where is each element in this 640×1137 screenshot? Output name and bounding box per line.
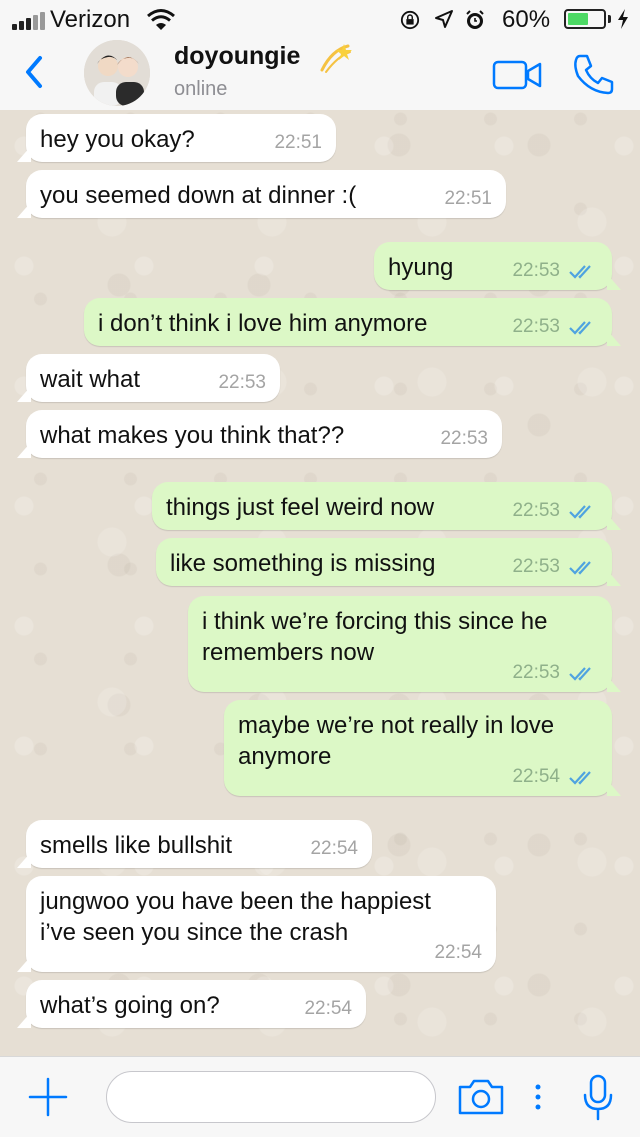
message-time: 22:54 [512,766,560,787]
message-time: 22:54 [310,838,358,859]
message-bubble[interactable]: jungwoo you have been the happiest i’ve … [17,876,496,972]
contact-name[interactable]: doyoungie [174,42,300,71]
read-receipt-icon [569,770,591,785]
battery-level-fill [568,13,588,25]
plus-icon[interactable] [26,1075,70,1119]
chat-area[interactable]: hey you okay? 22:51 you seemed down at d… [0,110,640,1056]
message-bubble[interactable]: i think we’re forcing this since he reme… [188,596,621,692]
message-bubble[interactable]: maybe we’re not really in love anymore 2… [224,700,621,796]
message-bubble[interactable]: you seemed down at dinner :( 22:51 [17,170,506,218]
phone-call-icon[interactable] [572,52,616,96]
read-receipt-icon [569,264,591,279]
message-time: 22:53 [512,260,560,281]
message-text: you seemed down at dinner :( [40,182,357,209]
microphone-icon[interactable] [580,1073,616,1123]
read-receipt-icon [569,560,591,575]
battery-percentage: 60% [502,6,551,33]
message-text: what makes you think that?? [40,422,345,449]
message-bubble[interactable]: hey you okay? 22:51 [17,114,336,162]
message-bubble[interactable]: what makes you think that?? 22:53 [17,410,502,458]
contact-status: online [174,78,228,100]
camera-icon[interactable] [456,1077,506,1117]
message-bubble[interactable]: smells like bullshit 22:54 [17,820,372,868]
video-call-icon[interactable] [492,58,544,92]
charging-bolt-icon [618,9,628,29]
carrier-name: Verizon [50,6,131,33]
location-arrow-icon [435,10,453,28]
message-time: 22:51 [444,188,492,209]
alarm-icon [466,10,484,29]
message-time: 22:53 [218,372,266,393]
signal-bars-icon [12,12,46,30]
message-bubble[interactable]: wait what 22:53 [17,354,280,402]
message-bubble[interactable]: things just feel weird now 22:53 [152,482,621,530]
message-bubble[interactable]: like something is missing 22:53 [156,538,621,586]
message-time: 22:51 [274,132,322,153]
battery-icon [564,9,606,29]
contact-avatar[interactable] [84,40,150,106]
back-chevron-icon[interactable] [18,52,48,92]
read-receipt-icon [569,320,591,335]
message-input[interactable] [106,1071,436,1123]
message-bubble[interactable]: i don’t think i love him anymore 22:53 [84,298,621,346]
message-time: 22:53 [512,500,560,521]
message-time: 22:53 [512,316,560,337]
chat-header: doyoungie online [0,40,640,111]
read-receipt-icon [569,666,591,681]
wifi-icon [147,9,175,30]
message-time: 22:54 [304,998,352,1019]
status-bar: Verizon 60% [0,0,640,40]
message-text: jungwoo you have been the happiest i’ve … [40,888,431,946]
more-dots-icon[interactable] [532,1079,544,1115]
rotation-lock-icon [400,10,420,30]
read-receipt-icon [569,504,591,519]
message-time: 22:53 [512,556,560,577]
dizzy-comet-emoji [320,44,352,73]
message-bubble[interactable]: what’s going on? 22:54 [17,980,366,1028]
message-time: 22:53 [440,428,488,449]
message-time: 22:54 [434,942,482,963]
battery-tip [608,15,611,23]
input-bar [0,1056,640,1137]
message-time: 22:53 [512,662,560,683]
message-bubble[interactable]: hyung 22:53 [374,242,621,290]
